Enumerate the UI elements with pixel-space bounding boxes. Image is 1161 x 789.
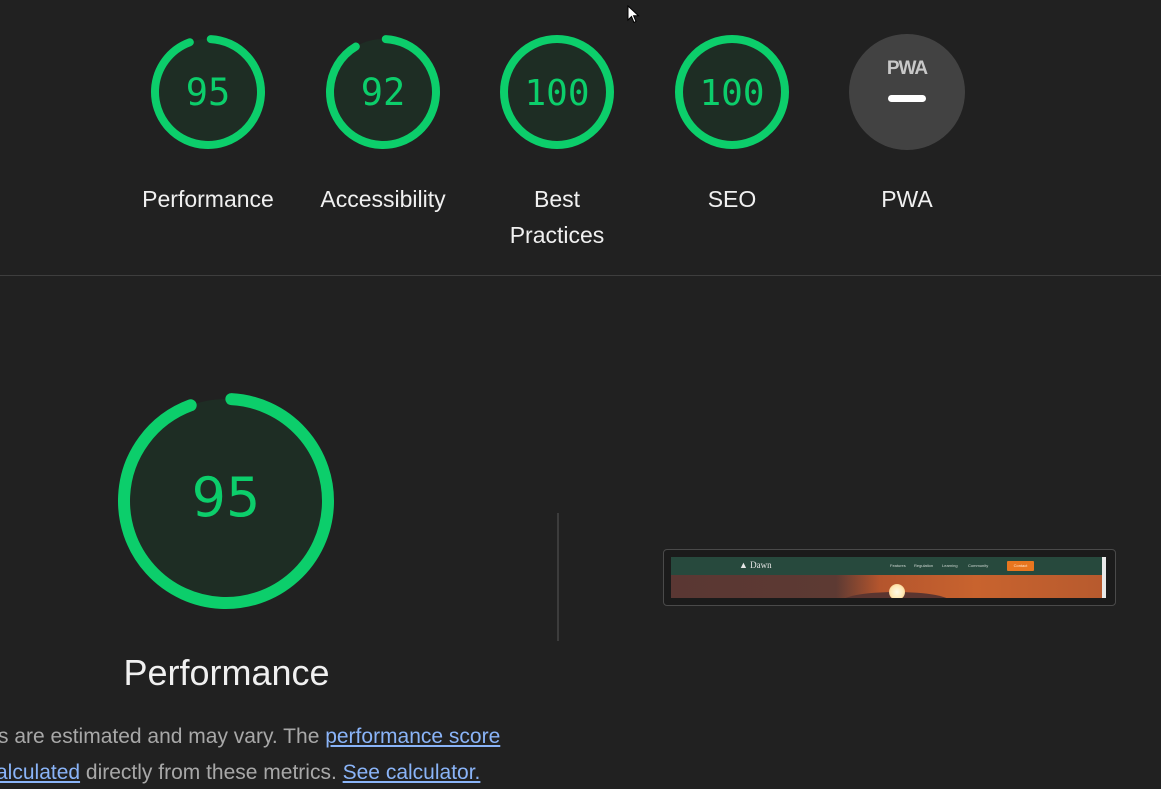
screenshot-sun xyxy=(889,584,905,598)
pwa-badge: PWA xyxy=(849,34,965,150)
mouse-cursor-icon xyxy=(627,5,640,24)
description-text: s are estimated and may vary. The xyxy=(0,725,326,748)
gauge-performance[interactable]: 95 Performance xyxy=(120,33,296,217)
gauge-score: 100 xyxy=(699,73,764,114)
gauge-ring: 100 xyxy=(675,35,789,149)
gauge-seo[interactable]: 100 SEO xyxy=(644,33,820,217)
lighthouse-report: 95 Performance 92 Accessibility 100 Best… xyxy=(0,0,1161,789)
screenshot-cta: Contact xyxy=(1007,561,1034,571)
gauge-best-practices[interactable]: 100 Best Practices xyxy=(469,33,645,253)
screenshot-logo: ▲ Dawn xyxy=(739,560,772,570)
section-divider xyxy=(0,275,1161,276)
gauge-label: Best Practices xyxy=(509,186,605,248)
gauge-ring: 95 xyxy=(151,35,265,150)
gauge-ring: 100 xyxy=(500,35,614,149)
screenshot-image: ▲ Dawn Features Regulation Learning Comm… xyxy=(671,557,1106,598)
performance-score-large: 95 xyxy=(192,466,261,529)
gauge-label: Performance xyxy=(142,186,274,212)
final-screenshot[interactable]: ▲ Dawn Features Regulation Learning Comm… xyxy=(663,549,1116,606)
description-text: directly from these metrics. xyxy=(80,761,343,784)
gauge-ring: 92 xyxy=(326,35,440,150)
gauge-label: PWA xyxy=(881,186,933,212)
performance-gauge-large: 95 xyxy=(117,393,334,609)
metrics-description-line2: alculated directly from these metrics. S… xyxy=(0,761,480,785)
vertical-divider xyxy=(557,513,559,641)
gauge-accessibility[interactable]: 92 Accessibility xyxy=(295,33,471,217)
gauge-label: Accessibility xyxy=(320,186,446,212)
performance-score-link-continued[interactable]: alculated xyxy=(0,761,80,784)
screenshot-navbar: ▲ Dawn Features Regulation Learning Comm… xyxy=(671,557,1106,575)
pwa-badge-text: PWA xyxy=(887,58,929,79)
see-calculator-link[interactable]: See calculator. xyxy=(343,761,481,784)
gauge-pwa[interactable]: PWA PWA xyxy=(819,33,995,217)
gauge-score: 100 xyxy=(524,73,589,114)
pwa-dash-icon xyxy=(888,95,926,102)
metrics-description-line1: s are estimated and may vary. The perfor… xyxy=(0,725,500,749)
screenshot-nav-link: Regulation xyxy=(914,563,934,568)
screenshot-nav-link: Learning xyxy=(942,563,958,568)
gauge-score: 95 xyxy=(186,71,231,114)
gauge-score: 92 xyxy=(361,71,406,114)
screenshot-scrollbar xyxy=(1102,557,1106,598)
screenshot-nav-link: Features xyxy=(890,563,906,568)
screenshot-nav-link: Community xyxy=(968,563,989,568)
performance-score-link[interactable]: performance score xyxy=(325,725,500,748)
gauge-label: SEO xyxy=(707,186,757,212)
performance-title: Performance xyxy=(123,652,330,693)
